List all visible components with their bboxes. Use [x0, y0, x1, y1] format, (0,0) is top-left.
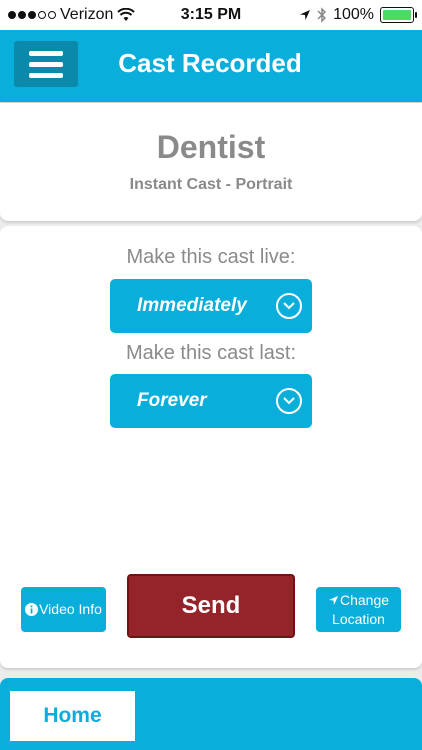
menu-button[interactable] [14, 41, 78, 87]
last-label: Make this cast last: [125, 342, 297, 364]
chevron-down-icon [276, 293, 302, 319]
send-label: Send [181, 592, 241, 619]
status-right-group: 100% [299, 6, 417, 24]
live-select-button[interactable]: Immediately [110, 279, 312, 333]
cast-info-card: Dentist Instant Cast - Portrait [0, 103, 422, 221]
status-bar: Verizon 3:15 PM 100% [0, 0, 422, 30]
send-button[interactable]: Send [127, 574, 295, 638]
change-location-label-line2: Location [332, 610, 385, 627]
page-title: Cast Recorded [118, 48, 302, 78]
location-arrow-icon [300, 10, 311, 20]
app-header: Cast Recorded [0, 30, 422, 102]
video-info-label: Video Info [39, 601, 102, 617]
live-label: Make this cast live: [126, 246, 296, 268]
bluetooth-icon [317, 7, 327, 23]
cast-name: Dentist [156, 129, 266, 165]
battery-percent: 100% [333, 6, 374, 23]
home-button[interactable]: Home [10, 691, 135, 741]
hamburger-menu-icon [29, 50, 63, 56]
bottom-nav-bar: Home [0, 678, 422, 750]
cast-type: Instant Cast - Portrait [129, 176, 293, 193]
cast-settings-panel: Make this cast live: Immediately Make th… [0, 226, 422, 668]
last-select-value: Forever [137, 390, 207, 411]
live-select-value: Immediately [137, 295, 247, 316]
chevron-down-icon [276, 388, 302, 414]
home-label: Home [43, 704, 102, 727]
video-info-button[interactable]: Video Info [21, 587, 106, 632]
location-arrow-icon [328, 595, 339, 605]
last-select-button[interactable]: Forever [110, 374, 312, 428]
change-location-button[interactable]: Change Location [316, 587, 401, 632]
info-icon [25, 603, 39, 616]
battery-icon [380, 7, 417, 23]
change-location-label-line1: Change [339, 591, 390, 608]
